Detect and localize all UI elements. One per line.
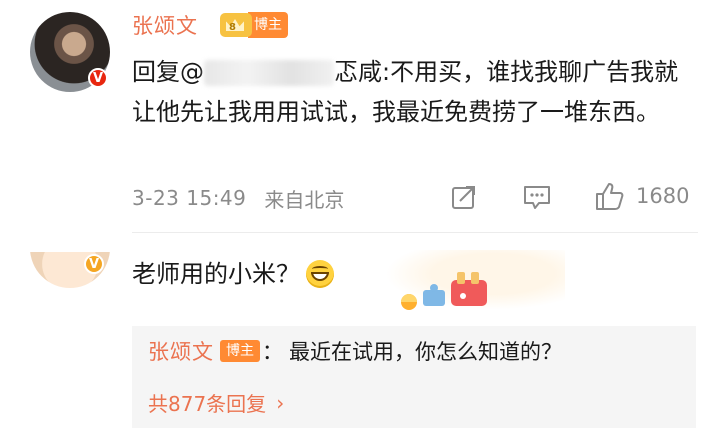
chevron-right-icon: › xyxy=(276,390,285,415)
toaster-sticker-icon xyxy=(401,272,487,310)
like-button[interactable]: 1680 xyxy=(594,180,689,212)
reply-body: 老师用的小米？ xyxy=(132,254,334,294)
reply-prefix: 回复@ xyxy=(132,58,204,86)
comment-body: 回复@ 忑咸:不用买，谁找我聊广告我就让他先让我用用试试，我最近免费捞了一堆东西。 xyxy=(132,52,692,132)
share-button[interactable] xyxy=(450,183,478,211)
reply-avatar[interactable]: V xyxy=(30,252,110,288)
crown-level: 8 xyxy=(229,22,236,33)
author-badges: 8 博主 xyxy=(220,12,288,38)
decorative-sticker xyxy=(385,250,565,310)
like-icon xyxy=(596,183,624,210)
reply-text: 老师用的小米？ xyxy=(132,260,300,288)
author-name[interactable]: 张颂文 xyxy=(132,10,198,40)
comment-source: 来自北京 xyxy=(264,187,345,212)
verified-badge-icon: V xyxy=(84,254,104,274)
like-count: 1680 xyxy=(636,184,690,208)
mention-tail[interactable]: 忑咸 xyxy=(334,58,382,86)
blogger-badge: 博主 xyxy=(220,340,260,362)
avatar[interactable]: V xyxy=(30,12,110,92)
crown-icon: 8 xyxy=(220,13,252,37)
verified-badge-icon: V xyxy=(88,68,108,88)
comment-icon xyxy=(524,186,550,209)
sub-reply-text: 最近在试用，你怎么知道的？ xyxy=(289,340,562,364)
sub-reply-author[interactable]: 张颂文 xyxy=(148,336,214,366)
share-icon xyxy=(452,186,475,209)
blurred-mention[interactable] xyxy=(204,60,334,86)
sub-reply-colon: ： xyxy=(262,340,283,364)
sub-reply-box[interactable]: 张颂文 博主 ： 最近在试用，你怎么知道的？ 共877条回复 › xyxy=(132,326,696,428)
comment-time: 3-23 15:49 xyxy=(132,186,247,210)
more-replies-link[interactable]: 共877条回复 › xyxy=(148,388,284,417)
sub-reply-line: 张颂文 博主 ： 最近在试用，你怎么知道的？ xyxy=(148,336,562,366)
comment-button[interactable] xyxy=(522,183,552,211)
grin-emoji-icon xyxy=(306,260,334,288)
divider xyxy=(132,232,698,233)
blogger-badge: 博主 xyxy=(248,12,288,38)
more-replies-label: 共877条回复 xyxy=(148,392,267,416)
